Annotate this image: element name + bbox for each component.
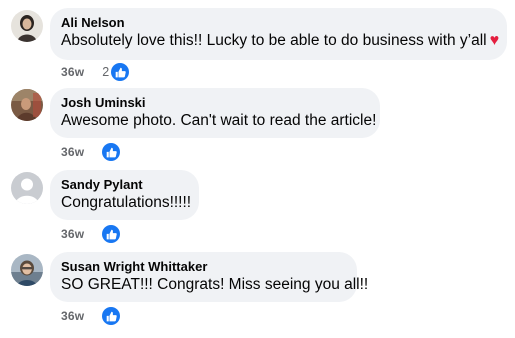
comment-item: Ali Nelson Absolutely love this!! Lucky … xyxy=(0,8,515,90)
comment-text: SO GREAT!!! Congrats! Miss seeing you al… xyxy=(61,276,369,293)
thumbs-up-icon[interactable] xyxy=(111,63,130,81)
comment-author[interactable]: Josh Uminski xyxy=(61,95,368,111)
comment-timestamp[interactable]: 36w xyxy=(61,65,84,79)
reaction-count[interactable]: 2 xyxy=(102,65,109,79)
avatar[interactable] xyxy=(11,89,43,121)
thumbs-up-icon[interactable] xyxy=(102,143,121,161)
comment-text: Awesome photo. Can't wait to read the ar… xyxy=(61,112,377,129)
comment-meta: 36w xyxy=(61,142,121,162)
comment-author[interactable]: Ali Nelson xyxy=(61,15,495,31)
avatar[interactable] xyxy=(11,172,43,204)
comment-item: Josh Uminski Awesome photo. Can't wait t… xyxy=(0,88,515,170)
red-heart-emoji: ♥ xyxy=(489,32,500,49)
comment-author[interactable]: Susan Wright Whittaker xyxy=(61,259,345,275)
comment-timestamp[interactable]: 36w xyxy=(61,145,84,159)
comment-bubble: Sandy Pylant Congratulations!!!!! xyxy=(50,170,199,220)
comment-timestamp[interactable]: 36w xyxy=(61,227,84,241)
comment-text: Absolutely love this!! Lucky to be able … xyxy=(61,32,500,49)
avatar[interactable] xyxy=(11,10,43,42)
thumbs-up-icon[interactable] xyxy=(102,225,121,243)
thumbs-up-icon[interactable] xyxy=(102,307,121,325)
comment-meta: 36w 2 xyxy=(61,62,130,82)
comment-item: Sandy Pylant Congratulations!!!!! 36w xyxy=(0,170,515,252)
comment-timestamp[interactable]: 36w xyxy=(61,309,84,323)
comment-item: Susan Wright Whittaker SO GREAT!!! Congr… xyxy=(0,252,515,334)
comment-author[interactable]: Sandy Pylant xyxy=(61,177,187,193)
comment-bubble: Susan Wright Whittaker SO GREAT!!! Congr… xyxy=(50,252,369,302)
comment-text: Congratulations!!!!! xyxy=(61,194,192,211)
comment-bubble: Ali Nelson Absolutely love this!! Lucky … xyxy=(50,8,507,60)
avatar[interactable] xyxy=(11,254,43,286)
comment-meta: 36w xyxy=(61,306,121,326)
comment-meta: 36w xyxy=(61,224,121,244)
comment-bubble: Josh Uminski Awesome photo. Can't wait t… xyxy=(50,88,380,138)
